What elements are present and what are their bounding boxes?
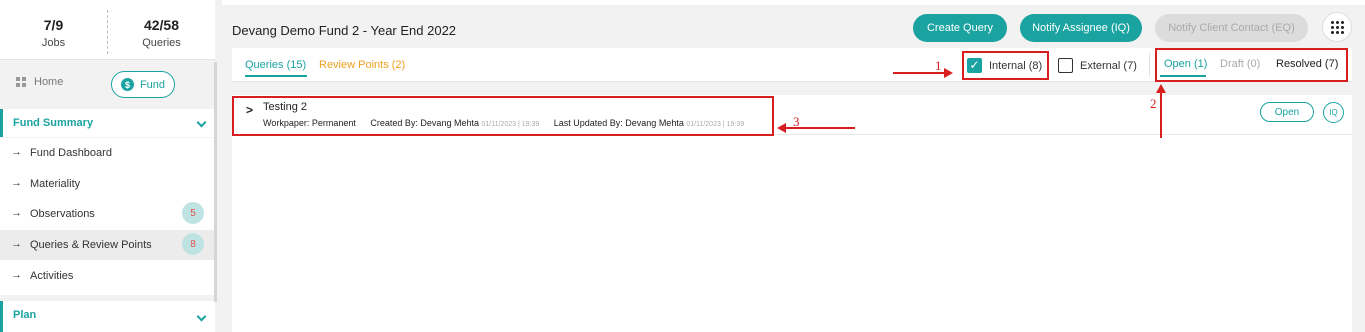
annotation-box-2 [1155, 48, 1348, 82]
queries-label: Queries [142, 37, 181, 49]
dashboard-grid-icon [16, 77, 26, 87]
tab-active-indicator [245, 75, 307, 77]
annotation-arrowhead-1 [944, 68, 953, 78]
nav-toggle: Home $ Fund [0, 62, 215, 106]
annotation-number-2: 2 [1150, 96, 1157, 111]
annotation-box-1 [962, 51, 1049, 80]
notify-client-contact-button[interactable]: Notify Client Contact (EQ) [1155, 14, 1308, 42]
section-fund-summary[interactable]: Fund Summary [0, 109, 215, 137]
apps-menu-button[interactable] [1322, 12, 1352, 42]
chevron-down-icon [196, 117, 207, 128]
tab-queries[interactable]: Queries (15) [245, 59, 306, 71]
arrow-right-icon: → [11, 177, 22, 189]
stats-panel: 7/9 Jobs 42/58 Queries [0, 0, 215, 60]
sidebar-item-observations[interactable]: → Observations 5 [0, 199, 215, 229]
fund-label: Fund [139, 78, 166, 91]
status-open-badge[interactable]: Open [1260, 102, 1314, 122]
section-title: Fund Summary [13, 117, 94, 129]
notify-assignee-button[interactable]: Notify Assignee (IQ) [1020, 14, 1142, 42]
query-type-badge[interactable]: IQ [1323, 102, 1344, 123]
section-plan[interactable]: Plan [0, 301, 215, 332]
jobs-label: Jobs [41, 37, 66, 49]
arrow-right-icon: → [11, 238, 22, 250]
tab-review-points[interactable]: Review Points (2) [319, 59, 405, 71]
fund-button[interactable]: $ Fund [111, 71, 175, 98]
sidebar-item-label: Materiality [30, 178, 81, 190]
sidebar-item-fund-dashboard[interactable]: → Fund Dashboard [0, 138, 215, 168]
count-badge: 8 [182, 233, 204, 255]
toolbar-divider [1149, 53, 1150, 77]
chevron-down-icon [196, 311, 207, 322]
create-query-button[interactable]: Create Query [913, 14, 1007, 42]
top-strip [222, 0, 1365, 5]
external-checkbox[interactable] [1058, 58, 1073, 73]
sidebar-item-activities[interactable]: → Activities [0, 261, 215, 291]
sidebar: 7/9 Jobs 42/58 Queries Home $ Fund Fund … [0, 0, 215, 332]
annotation-arrowhead-2 [1156, 84, 1166, 93]
sidebar-item-label: Observations [30, 208, 95, 220]
arrow-right-icon: → [11, 207, 22, 219]
arrow-right-icon: → [11, 269, 22, 281]
jobs-stat[interactable]: 7/9 Jobs [0, 0, 107, 60]
arrow-right-icon: → [11, 146, 22, 158]
sidebar-item-materiality[interactable]: → Materiality [0, 169, 215, 199]
sidebar-scrollbar[interactable] [214, 62, 217, 302]
count-badge: 5 [182, 202, 204, 224]
grid-dots-icon [1330, 20, 1344, 34]
sidebar-item-label: Fund Dashboard [30, 147, 112, 159]
annotation-number-1: 1 [935, 58, 942, 73]
annotation-number-3: 3 [793, 114, 800, 129]
jobs-count: 7/9 [43, 17, 64, 33]
page-title: Devang Demo Fund 2 - Year End 2022 [232, 23, 457, 38]
sidebar-item-queries-review-points[interactable]: → Queries & Review Points 8 [0, 230, 215, 260]
annotation-arrow-2 [1160, 92, 1162, 138]
annotation-arrowhead-3 [777, 123, 786, 133]
home-label: Home [34, 76, 64, 88]
annotation-box-3 [232, 96, 774, 136]
dollar-icon: $ [120, 78, 134, 91]
queries-stat[interactable]: 42/58 Queries [108, 0, 215, 60]
sidebar-menu: → Fund Dashboard → Materiality → Observa… [0, 138, 215, 295]
external-label: External (7) [1080, 60, 1137, 72]
queries-count: 42/58 [143, 17, 180, 33]
sidebar-item-label: Activities [30, 270, 74, 282]
home-button[interactable]: Home [16, 76, 63, 88]
section-title: Plan [13, 309, 37, 321]
sidebar-item-label: Queries & Review Points [30, 239, 152, 251]
